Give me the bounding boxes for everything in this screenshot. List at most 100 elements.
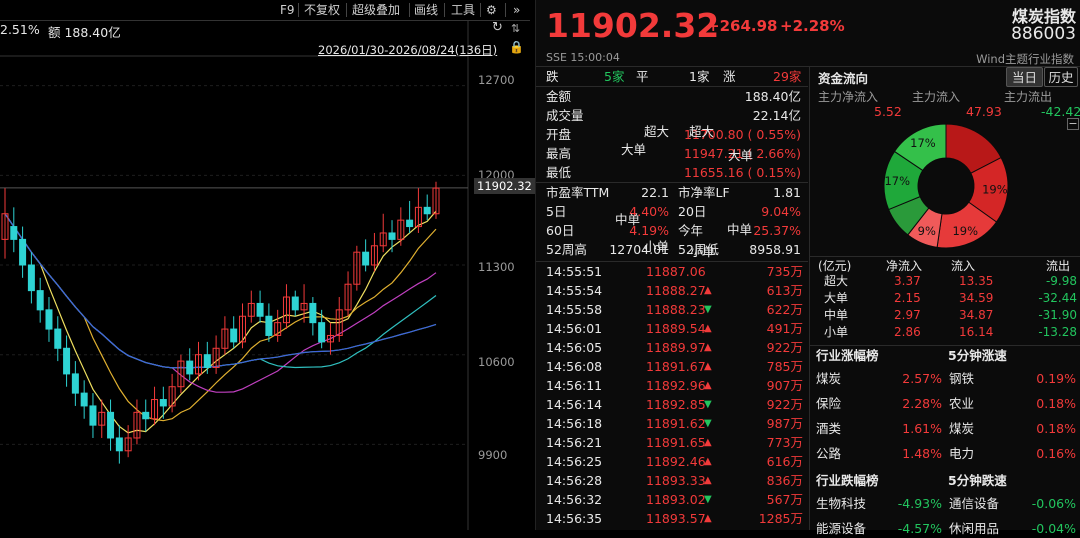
donut-legend-label: 中单 (615, 212, 641, 227)
speed-up-value: 0.19% (1036, 371, 1076, 386)
gear-icon[interactable]: ⚙ (486, 0, 497, 20)
tick-price: 11889.97 (646, 340, 706, 355)
quote-panel: 11902.32 +264.98 +2.28% 煤炭指数 886003 SSE … (535, 0, 1080, 536)
breadth-flat: 1家 (689, 69, 710, 84)
stat-label: 最低 (546, 165, 572, 180)
index-source: Wind主题行业指数 (976, 52, 1074, 66)
stat-label: 最高 (546, 146, 572, 161)
speed-dn-industry: 通信设备 (949, 496, 1000, 511)
donut-legend-label: 大单 (621, 142, 647, 157)
candle-body (186, 360, 194, 375)
flow-row-in: 16.14 (959, 325, 994, 339)
tick-volume: 922万 (766, 397, 803, 412)
tick-time: 14:56:32 (546, 492, 603, 507)
donut-legend-label: 小单 (644, 239, 670, 254)
tick-direction-icon: ▲ (704, 513, 712, 524)
expand-icon[interactable]: » (513, 0, 520, 20)
breadth-down-label: 跌 (546, 69, 559, 84)
candle-body (230, 328, 238, 343)
tick-volume: 613万 (766, 283, 803, 298)
toolbar-overlay[interactable]: 超级叠加 (352, 0, 400, 20)
tick-direction-icon: ▲ (704, 475, 712, 486)
tick-volume: 616万 (766, 454, 803, 469)
tick-direction-icon: ▲ (704, 361, 712, 372)
metric-value: 25.37% (753, 223, 801, 238)
current-price-tag: 11902.32 (474, 178, 535, 194)
donut-legend-label: 超大 (689, 124, 715, 139)
tick-time: 14:56:18 (546, 416, 603, 431)
speed-up-value: 0.18% (1036, 396, 1076, 411)
metric-label: 20日 (678, 204, 707, 219)
fund-flow-title: 资金流向 (818, 71, 869, 86)
ma-line (4, 213, 437, 369)
tick-time: 14:55:54 (546, 283, 603, 298)
speed-dn-value: -0.06% (1031, 496, 1076, 511)
stat-value: 188.40亿 (744, 89, 801, 104)
scale-icon[interactable]: ⇅ (511, 22, 520, 35)
donut-slice-label: 9% (918, 224, 936, 238)
flow-row-out: -13.28 (1038, 325, 1077, 339)
tick-volume: 622万 (766, 302, 803, 317)
tick-direction-icon: ▲ (704, 456, 712, 467)
candle-body (54, 328, 62, 349)
toolbar-draw[interactable]: 画线 (414, 0, 438, 20)
tab-history[interactable]: 历史 (1044, 67, 1078, 87)
tick-volume: 836万 (766, 473, 803, 488)
breadth-up: 29家 (773, 69, 802, 84)
stat-label: 成交量 (546, 108, 584, 123)
metric-value: 9.04% (761, 204, 801, 219)
index-code: 886003 (1011, 24, 1076, 44)
kline-chart[interactable]: F9 不复权 超级叠加 画线 工具 ⚙ » 2.51% 额 188.40亿 ↻ … (0, 0, 535, 530)
metric-label: 市净率LF (678, 185, 730, 200)
tick-time: 14:56:08 (546, 359, 603, 374)
ma-line (4, 210, 437, 434)
candle-body (36, 290, 44, 311)
exchange-time: SSE 15:00:04 (546, 51, 620, 64)
tick-volume: 907万 (766, 378, 803, 393)
tick-price: 11892.85 (646, 397, 706, 412)
metric-label: 今年 (678, 223, 704, 238)
breadth-flat-label: 平 (636, 69, 649, 84)
metric-value: 8958.91 (749, 242, 801, 257)
tick-price: 11891.67 (646, 359, 706, 374)
main-out-label: 主力流出 (1004, 90, 1053, 104)
tick-time: 14:56:14 (546, 397, 603, 412)
donut-legend-label: 小单 (690, 244, 716, 259)
metric-label: 5日 (546, 204, 567, 219)
candle-body (142, 411, 150, 420)
tick-volume: 1285万 (758, 511, 803, 526)
tick-time: 14:56:05 (546, 340, 603, 355)
tick-volume: 773万 (766, 435, 803, 450)
kline-canvas[interactable] (0, 0, 530, 530)
lock-icon[interactable]: 🔒 (509, 40, 524, 54)
tick-direction-icon: ▲ (704, 285, 712, 296)
speed-up-value: 0.16% (1036, 446, 1076, 461)
tick-volume: 987万 (766, 416, 803, 431)
main-in-label: 主力流入 (912, 90, 961, 104)
loss-industry: 生物科技 (816, 496, 867, 511)
donut-slice-label: 19% (952, 224, 978, 238)
tick-price: 11891.62 (646, 416, 706, 431)
loss-value: -4.57% (897, 521, 942, 536)
candle-body (10, 226, 18, 240)
toolbar-tools[interactable]: 工具 (451, 0, 475, 20)
gain-value: 1.61% (902, 421, 942, 436)
toolbar-no-adjust[interactable]: 不复权 (304, 0, 340, 20)
tab-today[interactable]: 当日 (1006, 67, 1043, 87)
fund-flow-donut: 19% 19% 9% 17% 17% (883, 123, 1009, 249)
candle-body (80, 392, 88, 407)
tick-price: 11889.54 (646, 321, 706, 336)
main-net-value: 5.52 (874, 104, 902, 119)
tick-price: 11893.02 (646, 492, 706, 507)
toolbar-f9[interactable]: F9 (280, 0, 295, 20)
tick-direction-icon: ▼ (704, 494, 712, 505)
tick-time: 14:56:35 (546, 511, 603, 526)
gain-rank-title: 行业涨幅榜 (816, 348, 879, 363)
refresh-icon[interactable]: ↻ (492, 20, 503, 35)
chart-amount: 额 188.40亿 (48, 25, 121, 40)
tick-time: 14:55:51 (546, 264, 603, 279)
donut-slice-label: 17% (910, 136, 936, 150)
candle-body (71, 373, 79, 394)
candle-body (318, 322, 326, 343)
tick-direction-icon: ▼ (704, 418, 712, 429)
